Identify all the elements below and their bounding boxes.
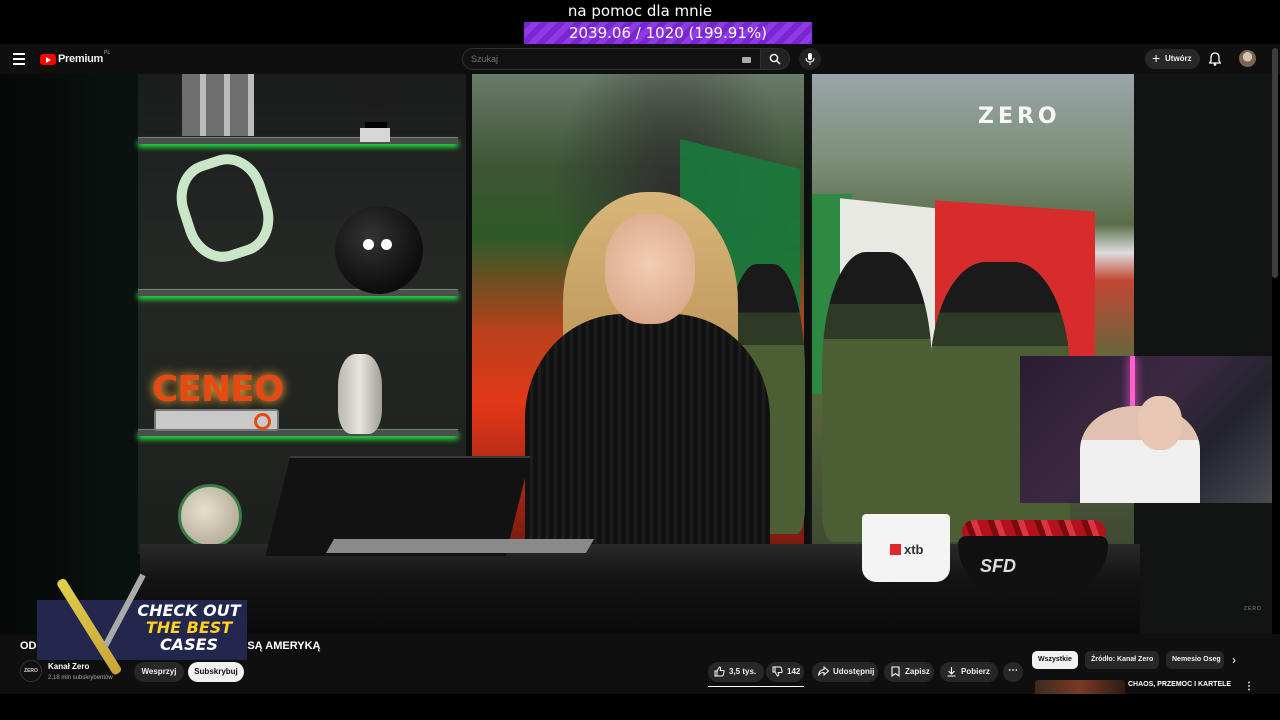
like-ratio-bar: [708, 686, 804, 687]
top-bar: Premium PL Utwórz: [0, 44, 1280, 74]
stream-goal-title: na pomoc dla mnie: [567, 2, 713, 20]
subscriber-count: 2,18 mln subskrybentów: [48, 675, 113, 681]
logo-text: Premium: [58, 53, 103, 65]
thumbs-up-icon: [714, 666, 725, 677]
chevron-right-icon[interactable]: ›: [1232, 653, 1236, 667]
chip-source[interactable]: Źródło: Kanał Zero: [1085, 651, 1160, 669]
soldier-figure: [822, 252, 932, 542]
youtube-logo[interactable]: Premium PL: [40, 50, 111, 66]
ceneo-sign: CENEO: [152, 369, 284, 410]
more-actions-button[interactable]: ⋯: [1003, 662, 1023, 682]
ceneo-search-bar-decor: [154, 409, 279, 431]
channel-avatar[interactable]: ZERO: [20, 660, 42, 682]
search-button[interactable]: [760, 48, 790, 70]
user-avatar[interactable]: [1239, 50, 1256, 67]
promo-line-3: CASES: [159, 635, 219, 654]
case-promo-banner: CHECK OUT THE BEST CASES: [37, 600, 247, 660]
search-box: [462, 48, 762, 70]
robot-figurine: [355, 78, 397, 142]
presenter-face: [605, 214, 695, 324]
zero-channel-watermark: ZERO: [978, 104, 1061, 129]
notifications-bell-icon[interactable]: [1209, 52, 1221, 66]
download-button[interactable]: Pobierz: [940, 662, 998, 682]
chip-third[interactable]: Nemesio Oseg: [1166, 651, 1224, 669]
streamer-head: [1138, 396, 1182, 450]
download-label: Pobierz: [961, 667, 990, 676]
promo-line-1: CHECK OUT: [137, 601, 241, 620]
vase-decor: [338, 354, 382, 434]
stream-goal-progress: 2039.06 / 1020 (199.91%): [524, 22, 812, 44]
microphone-icon: [805, 53, 815, 65]
save-button[interactable]: Zapisz: [884, 662, 934, 682]
logo-region: PL: [103, 50, 111, 56]
keyboard-icon[interactable]: [742, 57, 751, 63]
shelf: [138, 290, 458, 296]
video-title: OD: [20, 640, 37, 652]
search-icon: [769, 53, 781, 65]
share-icon: [818, 666, 829, 677]
channel-name[interactable]: Kanał Zero: [48, 662, 89, 671]
dislike-button[interactable]: 142: [766, 662, 804, 682]
recommendation-title[interactable]: CHAOS, PRZEMOC I KARTELE: [1128, 680, 1238, 689]
xtb-mug-logo: xtb: [890, 542, 924, 557]
thumbs-down-icon: [772, 666, 783, 677]
like-count: 3,5 tys.: [729, 667, 757, 676]
globe-decor: [178, 484, 242, 548]
share-label: Udostępnij: [833, 667, 875, 676]
video-corner-watermark: ZERO: [1244, 606, 1262, 612]
laptop-base: [325, 539, 595, 553]
search-input[interactable]: [471, 54, 721, 64]
share-button[interactable]: Udostępnij: [812, 662, 878, 682]
recommendation-more-icon[interactable]: ⋮: [1244, 681, 1254, 692]
like-button[interactable]: 3,5 tys.: [708, 662, 764, 682]
download-icon: [947, 667, 956, 677]
bottom-strip: [0, 694, 1280, 720]
dislike-count: 142: [787, 667, 801, 676]
save-label: Zapisz: [905, 667, 930, 676]
create-button[interactable]: Utwórz: [1145, 48, 1200, 69]
video-title-end: ĘSĄ AMERYKĄ: [240, 640, 321, 652]
promo-text: CHECK OUT THE BEST CASES: [133, 602, 245, 653]
menu-icon[interactable]: [13, 53, 25, 65]
streamer-webcam: [1020, 356, 1272, 503]
promo-line-2: THE BEST: [145, 618, 233, 637]
presenter-body: [525, 314, 770, 574]
ball-figurine: [335, 206, 423, 294]
sfd-bowl-logo: SFD: [980, 556, 1016, 576]
chip-all[interactable]: Wszystkie: [1032, 651, 1078, 669]
subscribe-button[interactable]: Subskrybuj: [188, 662, 244, 682]
page-scrollbar[interactable]: [1272, 48, 1278, 278]
support-button[interactable]: Wesprzyj: [134, 662, 184, 682]
shelf: [138, 138, 458, 144]
voice-search-button[interactable]: [799, 48, 821, 70]
bookmark-icon: [891, 666, 900, 677]
play-logo-icon: [40, 53, 56, 65]
video-player[interactable]: CENEO ZERO xtb SFD ZERO: [0, 74, 1272, 634]
bottles-decor: [182, 74, 254, 136]
